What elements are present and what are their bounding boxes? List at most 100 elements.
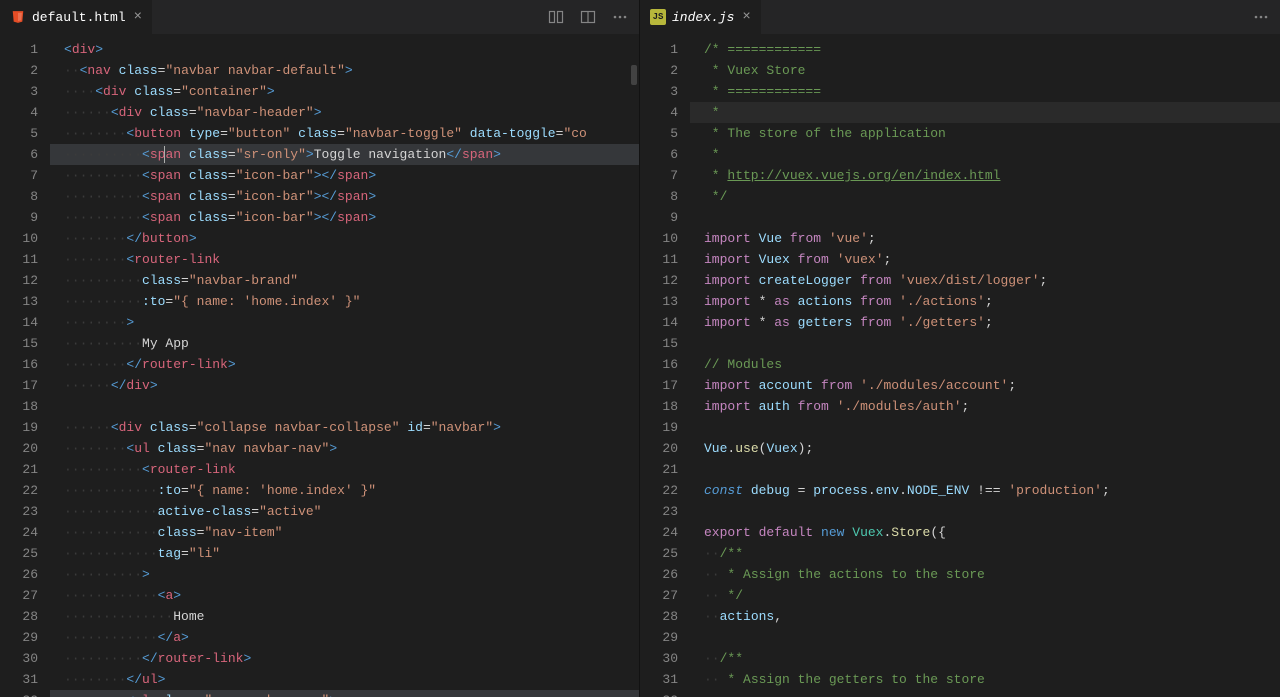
code-line[interactable]: ······</div> bbox=[50, 375, 639, 396]
code-line[interactable]: ············active-class="active" bbox=[50, 501, 639, 522]
code-line[interactable]: ·· bbox=[690, 690, 1280, 697]
code-line[interactable]: ··········> bbox=[50, 564, 639, 585]
line-number: 25 bbox=[0, 543, 38, 564]
split-editor-icon[interactable] bbox=[579, 8, 597, 26]
code-line[interactable]: ······<div class="collapse navbar-collap… bbox=[50, 417, 639, 438]
code-line[interactable]: import * as actions from './actions'; bbox=[690, 291, 1280, 312]
tab-bar-left: default.html × bbox=[0, 0, 639, 35]
code-line[interactable]: ········</router-link> bbox=[50, 354, 639, 375]
line-number: 19 bbox=[640, 417, 678, 438]
code-line[interactable]: */ bbox=[690, 186, 1280, 207]
line-number: 21 bbox=[640, 459, 678, 480]
code-line[interactable]: ··actions, bbox=[690, 606, 1280, 627]
code-line[interactable]: import Vue from 'vue'; bbox=[690, 228, 1280, 249]
line-number: 13 bbox=[640, 291, 678, 312]
more-icon[interactable] bbox=[611, 8, 629, 26]
code-line[interactable]: ·· */ bbox=[690, 585, 1280, 606]
code-line[interactable] bbox=[690, 627, 1280, 648]
code-line[interactable]: import Vuex from 'vuex'; bbox=[690, 249, 1280, 270]
code-line[interactable]: ··········<router-link bbox=[50, 459, 639, 480]
code-area-left[interactable]: 1234567891011121314151617181920212223242… bbox=[0, 35, 639, 697]
code-left[interactable]: <div>··<nav class="navbar navbar-default… bbox=[50, 35, 639, 697]
line-number: 5 bbox=[640, 123, 678, 144]
tab-index-js[interactable]: JS index.js × bbox=[640, 0, 762, 34]
scroll-thumb[interactable] bbox=[631, 65, 637, 85]
code-line[interactable]: ········<button type="button" class="nav… bbox=[50, 123, 639, 144]
code-line[interactable]: ··/** bbox=[690, 648, 1280, 669]
line-number: 24 bbox=[0, 522, 38, 543]
code-line[interactable]: * bbox=[690, 102, 1280, 123]
line-number: 23 bbox=[640, 501, 678, 522]
code-line[interactable]: ····<div class="container"> bbox=[50, 81, 639, 102]
code-line[interactable]: ······<div class="navbar-header"> bbox=[50, 102, 639, 123]
code-line[interactable]: ··········<span class="icon-bar"></span> bbox=[50, 165, 639, 186]
code-line[interactable]: ········</button> bbox=[50, 228, 639, 249]
code-line[interactable]: import auth from './modules/auth'; bbox=[690, 396, 1280, 417]
code-line[interactable]: ·· * Assign the actions to the store bbox=[690, 564, 1280, 585]
code-line[interactable] bbox=[690, 501, 1280, 522]
code-line[interactable]: * bbox=[690, 144, 1280, 165]
code-line[interactable]: ············:to="{ name: 'home.index' }" bbox=[50, 480, 639, 501]
tab-default-html[interactable]: default.html × bbox=[0, 0, 153, 34]
code-line[interactable]: * The store of the application bbox=[690, 123, 1280, 144]
line-number: 23 bbox=[0, 501, 38, 522]
code-line[interactable] bbox=[690, 207, 1280, 228]
code-line[interactable]: import * as getters from './getters'; bbox=[690, 312, 1280, 333]
code-line[interactable]: // Modules bbox=[690, 354, 1280, 375]
code-line[interactable]: ··<nav class="navbar navbar-default"> bbox=[50, 60, 639, 81]
code-line[interactable]: * ============ bbox=[690, 81, 1280, 102]
more-icon[interactable] bbox=[1252, 8, 1270, 26]
code-line[interactable]: ············</a> bbox=[50, 627, 639, 648]
code-line[interactable]: export default new Vuex.Store({ bbox=[690, 522, 1280, 543]
code-line[interactable]: ············<a> bbox=[50, 585, 639, 606]
diff-icon[interactable] bbox=[547, 8, 565, 26]
code-line[interactable]: ············tag="li" bbox=[50, 543, 639, 564]
code-line[interactable]: ··········class="navbar-brand" bbox=[50, 270, 639, 291]
code-line[interactable] bbox=[690, 333, 1280, 354]
code-line[interactable]: ········<ul class="nav navbar-nav"> bbox=[50, 690, 639, 697]
code-line[interactable]: * http://vuex.vuejs.org/en/index.html bbox=[690, 165, 1280, 186]
code-line[interactable] bbox=[690, 459, 1280, 480]
code-line[interactable]: ········<ul class="nav navbar-nav"> bbox=[50, 438, 639, 459]
line-number: 22 bbox=[640, 480, 678, 501]
code-line[interactable]: ··········<span class="sr-only">Toggle n… bbox=[50, 144, 639, 165]
line-number: 1 bbox=[0, 39, 38, 60]
code-line[interactable]: ········<router-link bbox=[50, 249, 639, 270]
code-line[interactable]: ··········<span class="icon-bar"></span> bbox=[50, 207, 639, 228]
code-line[interactable]: ··········<span class="icon-bar"></span> bbox=[50, 186, 639, 207]
code-line[interactable]: ········> bbox=[50, 312, 639, 333]
code-line[interactable]: <div> bbox=[50, 39, 639, 60]
code-line[interactable]: * Vuex Store bbox=[690, 60, 1280, 81]
line-number: 2 bbox=[0, 60, 38, 81]
close-icon[interactable]: × bbox=[134, 10, 142, 24]
code-line[interactable]: /* ============ bbox=[690, 39, 1280, 60]
code-line[interactable]: ··········My App bbox=[50, 333, 639, 354]
code-line[interactable]: Vue.use(Vuex); bbox=[690, 438, 1280, 459]
tab-label: index.js bbox=[672, 10, 734, 25]
code-line[interactable]: ··/** bbox=[690, 543, 1280, 564]
editor-pane-left: default.html × 1234567891011121314151617… bbox=[0, 0, 640, 697]
code-line[interactable]: ··········</router-link> bbox=[50, 648, 639, 669]
code-line[interactable] bbox=[690, 417, 1280, 438]
line-number: 10 bbox=[0, 228, 38, 249]
code-line[interactable]: import account from './modules/account'; bbox=[690, 375, 1280, 396]
tab-label: default.html bbox=[32, 10, 126, 25]
code-line[interactable]: const debug = process.env.NODE_ENV !== '… bbox=[690, 480, 1280, 501]
minimap-left[interactable] bbox=[629, 35, 639, 697]
close-icon[interactable]: × bbox=[742, 10, 750, 24]
code-line[interactable] bbox=[50, 396, 639, 417]
code-line[interactable]: ·· * Assign the getters to the store bbox=[690, 669, 1280, 690]
code-line[interactable]: ············class="nav-item" bbox=[50, 522, 639, 543]
code-line[interactable]: ··············Home bbox=[50, 606, 639, 627]
code-line[interactable]: ··········:to="{ name: 'home.index' }" bbox=[50, 291, 639, 312]
line-number: 15 bbox=[640, 333, 678, 354]
code-line[interactable]: ········</ul> bbox=[50, 669, 639, 690]
code-line[interactable]: import createLogger from 'vuex/dist/logg… bbox=[690, 270, 1280, 291]
code-area-right[interactable]: 1234567891011121314151617181920212223242… bbox=[640, 35, 1280, 697]
line-number: 13 bbox=[0, 291, 38, 312]
tab-actions-left bbox=[537, 0, 639, 34]
line-number: 31 bbox=[0, 669, 38, 690]
editor-root: default.html × 1234567891011121314151617… bbox=[0, 0, 1280, 697]
code-right[interactable]: /* ============ * Vuex Store * =========… bbox=[690, 35, 1280, 697]
line-number: 11 bbox=[640, 249, 678, 270]
